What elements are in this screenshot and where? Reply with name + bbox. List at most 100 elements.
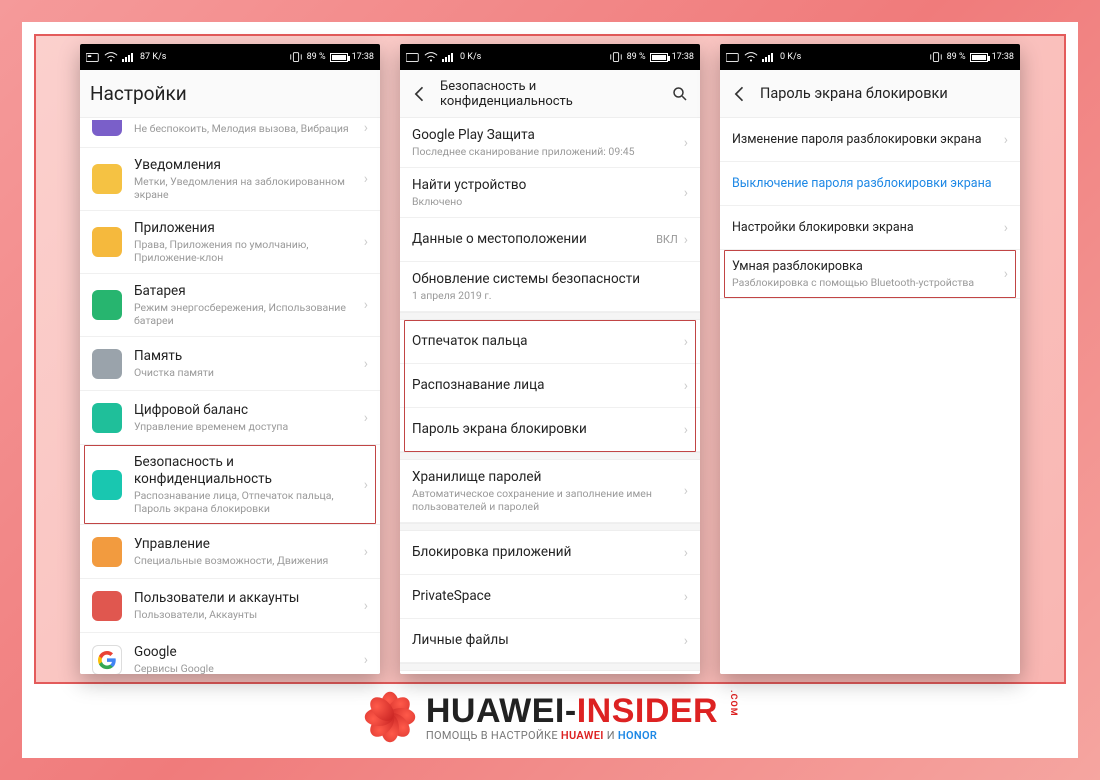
settings-list[interactable]: Не беспокоить, Мелодия вызова, Вибрация›… [80,118,380,674]
chevron-right-icon: › [684,589,688,605]
settings-row[interactable]: Безопасность и конфиденциальностьРаспозн… [80,445,380,525]
row-icon [92,349,122,379]
security-row[interactable]: Google Play ЗащитаПоследнее сканирование… [400,118,700,168]
vibrate-icon [929,51,943,63]
row-label: Пользователи и аккаунты [134,590,364,607]
battery-icon [650,53,668,62]
brand-main-b: INSIDER [577,692,718,730]
security-row[interactable]: PrivateSpace› [400,575,700,619]
row-subtitle: Распознавание лица, Отпечаток пальца, Па… [134,489,364,515]
security-row[interactable]: Распознавание лица› [400,364,700,408]
security-row[interactable]: Найти устройствоВключено› [400,168,700,218]
clock: 17:38 [352,53,374,62]
security-row[interactable]: Отпечаток пальца› [400,320,700,364]
chevron-right-icon: › [684,483,688,499]
settings-row[interactable]: Цифровой балансУправление временем досту… [80,391,380,445]
security-row[interactable]: Дополнительные настройкиБлокировка SIM-к… [400,671,700,674]
chevron-right-icon: › [364,477,368,493]
chevron-right-icon: › [684,334,688,350]
lockpw-row[interactable]: Умная разблокировкаРазблокировка с помощ… [720,250,1020,299]
chevron-right-icon: › [364,356,368,372]
settings-row[interactable]: УведомленияМетки, Уведомления на заблоки… [80,148,380,211]
security-row[interactable]: Обновление системы безопасности1 апреля … [400,262,700,312]
settings-row[interactable]: ПриложенияПрава, Приложения по умолчанию… [80,211,380,274]
settings-row[interactable]: Пользователи и аккаунтыПользователи, Акк… [80,579,380,633]
security-row[interactable]: Пароль экрана блокировки› [400,408,700,452]
security-row[interactable]: Хранилище паролейАвтоматическое сохранен… [400,460,700,523]
row-icon [92,290,122,320]
settings-row[interactable]: УправлениеСпециальные возможности, Движе… [80,525,380,579]
row-icon [92,645,122,674]
page-title: Безопасность и конфиденциальность [440,79,660,109]
settings-row[interactable]: БатареяРежим энергосбережения, Использов… [80,274,380,337]
chevron-right-icon: › [364,652,368,668]
settings-row[interactable]: GoogleСервисы Google› [80,633,380,674]
row-subtitle: 1 апреля 2019 г. [412,289,684,302]
chevron-right-icon: › [684,422,688,438]
phones-container: 87 K/s 89 % 17:38 Настройки Не беспокоит… [34,34,1066,684]
row-label: Цифровой баланс [134,402,364,419]
row-label: Личные файлы [412,632,684,649]
lockpw-row[interactable]: Выключение пароля разблокировки экрана› [720,162,1020,206]
row-label: Изменение пароля разблокировки экрана [732,132,1004,148]
chevron-right-icon: › [1004,220,1008,236]
row-label: PrivateSpace [412,588,684,605]
net-speed: 0 K/s [460,53,481,62]
row-label: Выключение пароля разблокировки экрана [732,176,1004,192]
page-title: Настройки [90,82,370,105]
back-button[interactable] [730,84,750,104]
row-subtitle: Очистка памяти [134,366,364,379]
row-subtitle: Сервисы Google [134,662,364,674]
vibrate-icon [609,51,623,63]
section-divider [400,452,700,460]
chevron-right-icon: › [364,297,368,313]
security-row[interactable]: Личные файлы› [400,619,700,663]
phone-lockpassword: 0 K/s 89 % 17:38 Пароль экрана блокировк… [720,44,1020,674]
row-icon [92,470,122,500]
chevron-right-icon: › [684,185,688,201]
row-subtitle: Управление временем доступа [134,420,364,433]
chevron-right-icon: › [684,378,688,394]
chevron-right-icon: › [364,544,368,560]
settings-row[interactable]: Не беспокоить, Мелодия вызова, Вибрация› [80,118,380,148]
brand-sub-hn: HONOR [618,729,657,742]
settings-row[interactable]: ПамятьОчистка памяти› [80,337,380,391]
section-divider [400,663,700,671]
battery-pct: 89 % [307,53,326,62]
lockpw-row[interactable]: Изменение пароля разблокировки экрана› [720,118,1020,162]
card-icon [406,51,420,63]
row-label: Безопасность и конфиденциальность [134,454,364,488]
brand-sub-pre: ПОМОЩЬ В НАСТРОЙКЕ [426,729,561,742]
battery-icon [330,53,348,62]
security-list[interactable]: Google Play ЗащитаПоследнее сканирование… [400,118,700,674]
status-bar: 87 K/s 89 % 17:38 [80,44,380,70]
app-header-lockpassword: Пароль экрана блокировки [720,70,1020,118]
row-label: Пароль экрана блокировки [412,421,684,438]
security-row[interactable]: Данные о местоположенииВКЛ› [400,218,700,262]
row-subtitle: Специальные возможности, Движения [134,554,364,567]
back-button[interactable] [410,84,430,104]
status-bar: 0 K/s 89 % 17:38 [400,44,700,70]
row-label: Батарея [134,283,364,300]
brand-main-a: HUAWEI- [426,692,577,730]
brand-sub-hw: HUAWEI [561,729,604,742]
phone-settings: 87 K/s 89 % 17:38 Настройки Не беспокоит… [80,44,380,674]
search-button[interactable] [670,84,690,104]
lockpassword-list[interactable]: Изменение пароля разблокировки экрана›Вы… [720,118,1020,674]
section-divider [400,523,700,531]
row-subtitle: Последнее сканирование приложений: 09:45 [412,145,684,158]
lockpw-row[interactable]: Настройки блокировки экрана› [720,206,1020,250]
chevron-right-icon: › [364,171,368,187]
row-label: Найти устройство [412,177,684,194]
row-label: Приложения [134,220,364,237]
row-subtitle: Автоматическое сохранение и заполнение и… [412,487,684,513]
row-label: Данные о местоположении [412,231,656,248]
row-subtitle: Не беспокоить, Мелодия вызова, Вибрация [134,122,364,135]
clock: 17:38 [992,53,1014,62]
row-label: Распознавание лица [412,377,684,394]
security-row[interactable]: Блокировка приложений› [400,531,700,575]
chevron-right-icon: › [1004,132,1008,148]
row-icon [92,227,122,257]
signal-icon [122,51,136,63]
net-speed: 0 K/s [780,53,801,62]
